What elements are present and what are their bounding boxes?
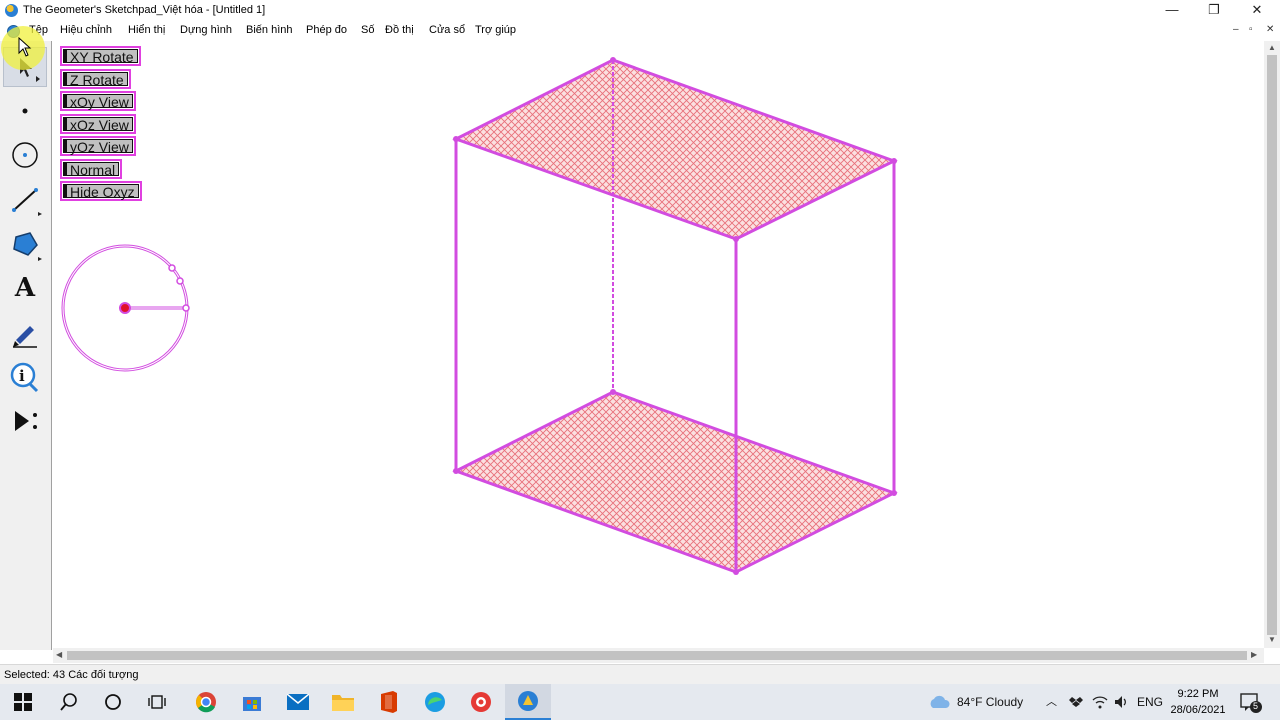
- app-icon: [471, 692, 491, 712]
- taskbar-search-button[interactable]: [46, 684, 92, 720]
- xoy-view-button[interactable]: xOy View: [60, 91, 136, 111]
- search-icon: [60, 693, 77, 711]
- menu-measure[interactable]: Phép đo: [306, 24, 347, 36]
- top-face[interactable]: [452, 58, 898, 241]
- window-title: The Geometer's Sketchpad_Việt hóa - [Unt…: [23, 4, 266, 16]
- straightedge-icon: [12, 188, 42, 216]
- box-3d-drawing[interactable]: [53, 41, 1264, 648]
- file-explorer-app[interactable]: [320, 684, 366, 720]
- rotation-control[interactable]: [61, 244, 190, 372]
- xoz-view-button[interactable]: xOz View: [60, 114, 136, 134]
- minimize-button[interactable]: —: [1149, 0, 1195, 21]
- clock[interactable]: 9:22 PM 28/06/2021: [1168, 686, 1228, 718]
- selection-status: Selected: 43 Các đối tượng: [4, 669, 139, 681]
- menu-transform[interactable]: Biến hình: [246, 24, 292, 36]
- cortana-icon: [105, 694, 121, 710]
- title-bar: The Geometer's Sketchpad_Việt hóa - [Unt…: [0, 0, 1280, 21]
- taskbar: 84°F Cloudy ︿ ENG 9:22 PM 28/06/2021 5: [0, 684, 1280, 720]
- notification-count: 5: [1253, 701, 1259, 711]
- scroll-up-arrow-icon[interactable]: ▲: [1268, 43, 1276, 52]
- status-bar: Selected: 43 Các đối tượng: [0, 664, 1280, 685]
- doc-close-button[interactable]: ✕: [1266, 24, 1274, 35]
- polygon-tool[interactable]: [3, 224, 47, 264]
- compass-tool[interactable]: [3, 135, 47, 175]
- store-icon: [243, 697, 261, 711]
- clock-date: 28/06/2021: [1170, 704, 1226, 716]
- point-icon: [22, 108, 28, 114]
- custom-tool-icon: [15, 411, 37, 431]
- menu-display[interactable]: Hiển thị: [128, 24, 165, 36]
- mail-app[interactable]: [275, 684, 321, 720]
- sketchpad-taskbar-app[interactable]: [505, 684, 551, 720]
- task-view-button[interactable]: [135, 684, 181, 720]
- chrome-icon: [196, 692, 216, 713]
- svg-text:i: i: [19, 367, 25, 385]
- toolbox: A i: [0, 41, 52, 650]
- store-app[interactable]: [229, 684, 275, 720]
- office-app[interactable]: [366, 684, 412, 720]
- menu-window[interactable]: Cửa sổ: [429, 24, 465, 36]
- horizontal-scrollbar[interactable]: ◀ ▶: [53, 648, 1264, 663]
- language-indicator[interactable]: ENG: [1137, 684, 1163, 720]
- scroll-left-arrow-icon[interactable]: ◀: [56, 650, 62, 659]
- menu-bar: Tệp Hiệu chỉnh Hiển thị Dựng hình Biến h…: [0, 21, 1280, 41]
- menu-edit[interactable]: Hiệu chỉnh: [60, 24, 112, 36]
- z-rotate-button[interactable]: Z Rotate: [60, 69, 131, 89]
- bottom-face[interactable]: [452, 390, 898, 574]
- sketchpad-icon: [518, 691, 538, 711]
- menu-help[interactable]: Trợ giúp: [475, 24, 516, 36]
- start-button[interactable]: [0, 684, 46, 720]
- custom-tool[interactable]: [3, 401, 47, 441]
- notification-icon[interactable]: [1240, 693, 1262, 713]
- marker-tool[interactable]: [3, 313, 47, 353]
- doc-restore-button[interactable]: ▫: [1249, 24, 1253, 35]
- point-tool[interactable]: [3, 91, 47, 131]
- show-hidden-icons-icon[interactable]: ︿: [1046, 684, 1057, 720]
- normal-view-button[interactable]: Normal: [60, 159, 123, 179]
- clock-time: 9:22 PM: [1177, 688, 1219, 700]
- windows-icon: [14, 693, 32, 711]
- volume-icon[interactable]: [1114, 695, 1130, 709]
- yoz-view-button[interactable]: yOz View: [60, 136, 136, 156]
- hide-oxyz-button[interactable]: Hide Oxyz: [60, 181, 142, 201]
- task-view-icon: [148, 695, 166, 709]
- edge-app[interactable]: [412, 684, 458, 720]
- edge-icon: [425, 692, 445, 712]
- horizontal-scroll-thumb[interactable]: [67, 651, 1247, 660]
- close-button[interactable]: ✕: [1234, 0, 1280, 21]
- file-explorer-icon: [332, 695, 354, 711]
- sketch-canvas[interactable]: [53, 41, 1264, 648]
- weather-cloud-icon: [930, 695, 950, 708]
- weather-text[interactable]: 84°F Cloudy: [957, 684, 1023, 720]
- menu-number[interactable]: Số: [361, 24, 374, 36]
- vertical-scrollbar[interactable]: ▲ ▼: [1264, 41, 1280, 648]
- menu-construct[interactable]: Dựng hình: [180, 24, 232, 36]
- information-tool[interactable]: i: [3, 357, 47, 397]
- text-tool[interactable]: A: [3, 268, 47, 308]
- scroll-right-arrow-icon[interactable]: ▶: [1251, 650, 1257, 659]
- mouse-cursor-icon: [18, 37, 32, 57]
- information-icon: i: [10, 362, 39, 393]
- menu-graph[interactable]: Đồ thị: [385, 24, 414, 36]
- mail-icon: [287, 694, 309, 710]
- chrome-app[interactable]: [183, 684, 229, 720]
- dropbox-icon[interactable]: [1069, 695, 1083, 709]
- polygon-icon: [13, 232, 42, 261]
- xy-rotate-button[interactable]: XY Rotate: [60, 46, 141, 66]
- wifi-icon[interactable]: [1092, 695, 1108, 709]
- marker-icon: [13, 326, 37, 348]
- red-app[interactable]: [458, 684, 504, 720]
- vertical-scroll-thumb[interactable]: [1267, 55, 1277, 635]
- scroll-down-arrow-icon[interactable]: ▼: [1268, 635, 1276, 644]
- cortana-button[interactable]: [90, 684, 136, 720]
- office-icon: [381, 691, 397, 713]
- sketchpad-app-icon: [5, 4, 18, 17]
- doc-minimize-button[interactable]: –: [1233, 24, 1239, 35]
- straightedge-tool[interactable]: [3, 179, 47, 219]
- text-icon: A: [14, 273, 36, 303]
- compass-icon: [12, 142, 38, 168]
- restore-button[interactable]: ❐: [1191, 0, 1237, 21]
